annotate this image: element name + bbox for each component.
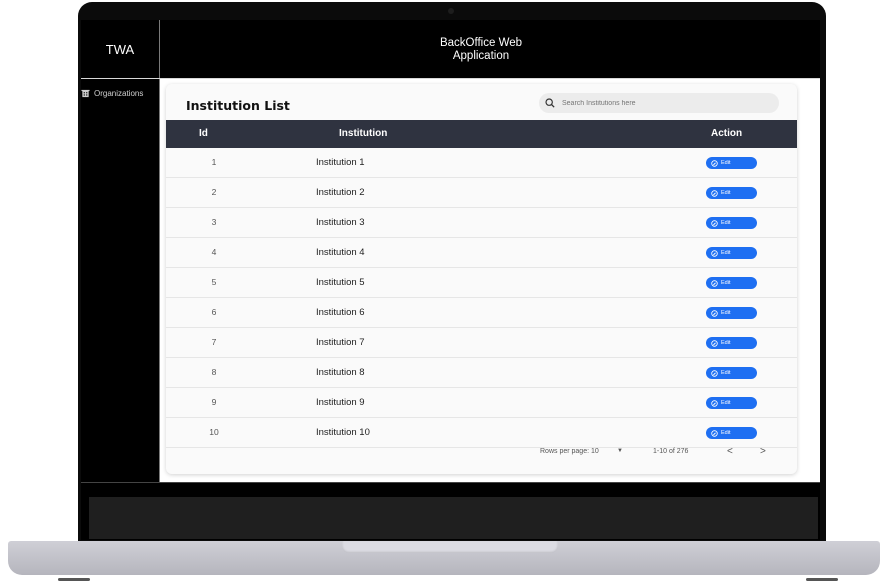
- app-window: TWA BackOffice Web Application Organizat…: [81, 20, 820, 540]
- edit-icon: [711, 189, 718, 197]
- institution-name: Institution 9: [316, 397, 365, 408]
- row-id: 9: [211, 397, 217, 407]
- edit-icon: [711, 249, 718, 257]
- edit-button[interactable]: Edit: [706, 247, 757, 259]
- row-id: 8: [211, 367, 217, 377]
- edit-button-label: Edit: [721, 280, 731, 286]
- sidebar-item-organizations[interactable]: Organizations: [81, 85, 159, 101]
- institution-name: Institution 7: [316, 337, 365, 348]
- table-row: 1 Institution 1 Edit: [166, 148, 797, 178]
- laptop-notch: [342, 541, 558, 553]
- row-id: 5: [211, 277, 217, 287]
- edit-button[interactable]: Edit: [706, 157, 757, 169]
- column-header-id[interactable]: Id: [199, 120, 208, 148]
- rows-per-page-label: Rows per page: 10: [540, 448, 599, 455]
- sidebar-item-label: Organizations: [94, 88, 144, 98]
- pagination-bar: Rows per page: 10 ▼ 1-10 of 276 < >: [166, 440, 797, 464]
- column-header-institution[interactable]: Institution: [339, 120, 387, 148]
- pagination-range: 1-10 of 276: [653, 448, 689, 455]
- table-row: 6 Institution 6 Edit: [166, 298, 797, 328]
- app-title: BackOffice Web Application: [381, 37, 581, 63]
- row-id: 3: [211, 217, 217, 227]
- app-title-line-2: Application: [452, 50, 510, 62]
- table-row: 3 Institution 3 Edit: [166, 208, 797, 238]
- edit-icon: [711, 309, 718, 317]
- edit-button[interactable]: Edit: [706, 367, 757, 379]
- edit-button-label: Edit: [721, 400, 731, 406]
- laptop-foot-left: [58, 578, 90, 581]
- edit-button[interactable]: Edit: [706, 217, 757, 229]
- building-icon: [81, 89, 90, 97]
- edit-button-label: Edit: [721, 310, 731, 316]
- divider: [81, 482, 820, 483]
- institution-card: Institution List Id Institution Action 1…: [166, 84, 797, 474]
- edit-icon: [711, 219, 718, 227]
- laptop-base: [8, 541, 880, 575]
- page-title: Institution List: [186, 98, 290, 113]
- edit-button[interactable]: Edit: [706, 307, 757, 319]
- edit-button[interactable]: Edit: [706, 397, 757, 409]
- table-row: 8 Institution 8 Edit: [166, 358, 797, 388]
- table-row: 7 Institution 7 Edit: [166, 328, 797, 358]
- search-bar[interactable]: [539, 93, 779, 113]
- institution-name: Institution 1: [316, 157, 365, 168]
- table-row: 5 Institution 5 Edit: [166, 268, 797, 298]
- table-row: 9 Institution 9 Edit: [166, 388, 797, 418]
- row-id: 2: [211, 187, 217, 197]
- edit-icon: [711, 369, 718, 377]
- previous-page-button[interactable]: <: [727, 446, 733, 457]
- next-page-button[interactable]: >: [760, 446, 766, 457]
- institution-name: Institution 8: [316, 367, 365, 378]
- row-id: 4: [211, 247, 217, 257]
- edit-button[interactable]: Edit: [706, 337, 757, 349]
- table-header: Id Institution Action: [166, 120, 797, 148]
- institution-name: Institution 4: [316, 247, 365, 258]
- edit-button-label: Edit: [721, 220, 731, 226]
- edit-icon: [711, 159, 718, 167]
- institution-name: Institution 3: [316, 217, 365, 228]
- taskbar: [89, 497, 818, 539]
- edit-button[interactable]: Edit: [706, 277, 757, 289]
- search-input[interactable]: [560, 98, 764, 108]
- edit-icon: [711, 339, 718, 347]
- row-id: 7: [211, 337, 217, 347]
- table-row: 4 Institution 4 Edit: [166, 238, 797, 268]
- laptop-foot-right: [806, 578, 838, 581]
- edit-button-label: Edit: [721, 340, 731, 346]
- edit-button-label: Edit: [721, 430, 731, 436]
- column-header-action[interactable]: Action: [711, 120, 742, 148]
- edit-button[interactable]: Edit: [706, 187, 757, 199]
- table-row: 2 Institution 2 Edit: [166, 178, 797, 208]
- row-id: 6: [211, 307, 217, 317]
- row-id: 1: [211, 157, 217, 167]
- sidebar: Organizations: [81, 79, 160, 482]
- edit-icon: [711, 399, 718, 407]
- edit-button-label: Edit: [721, 370, 731, 376]
- top-bar: TWA BackOffice Web Application: [81, 20, 820, 79]
- camera-dot: [448, 8, 454, 14]
- edit-icon: [711, 429, 718, 437]
- brand-logo[interactable]: TWA: [81, 20, 160, 78]
- edit-button-label: Edit: [721, 190, 731, 196]
- edit-button[interactable]: Edit: [706, 427, 757, 439]
- table-body: 1 Institution 1 Edit 2 Institution 2 Edit 3 Ins…: [166, 148, 797, 448]
- edit-button-label: Edit: [721, 250, 731, 256]
- search-icon: [545, 98, 555, 108]
- edit-button-label: Edit: [721, 160, 731, 166]
- institution-name: Institution 5: [316, 277, 365, 288]
- institution-name: Institution 6: [316, 307, 365, 318]
- edit-icon: [711, 279, 718, 287]
- rows-per-page-dropdown-icon[interactable]: ▼: [617, 448, 623, 454]
- app-title-line-1: BackOffice Web: [439, 37, 523, 49]
- institution-name: Institution 2: [316, 187, 365, 198]
- main-content: Institution List Id Institution Action 1…: [160, 79, 820, 482]
